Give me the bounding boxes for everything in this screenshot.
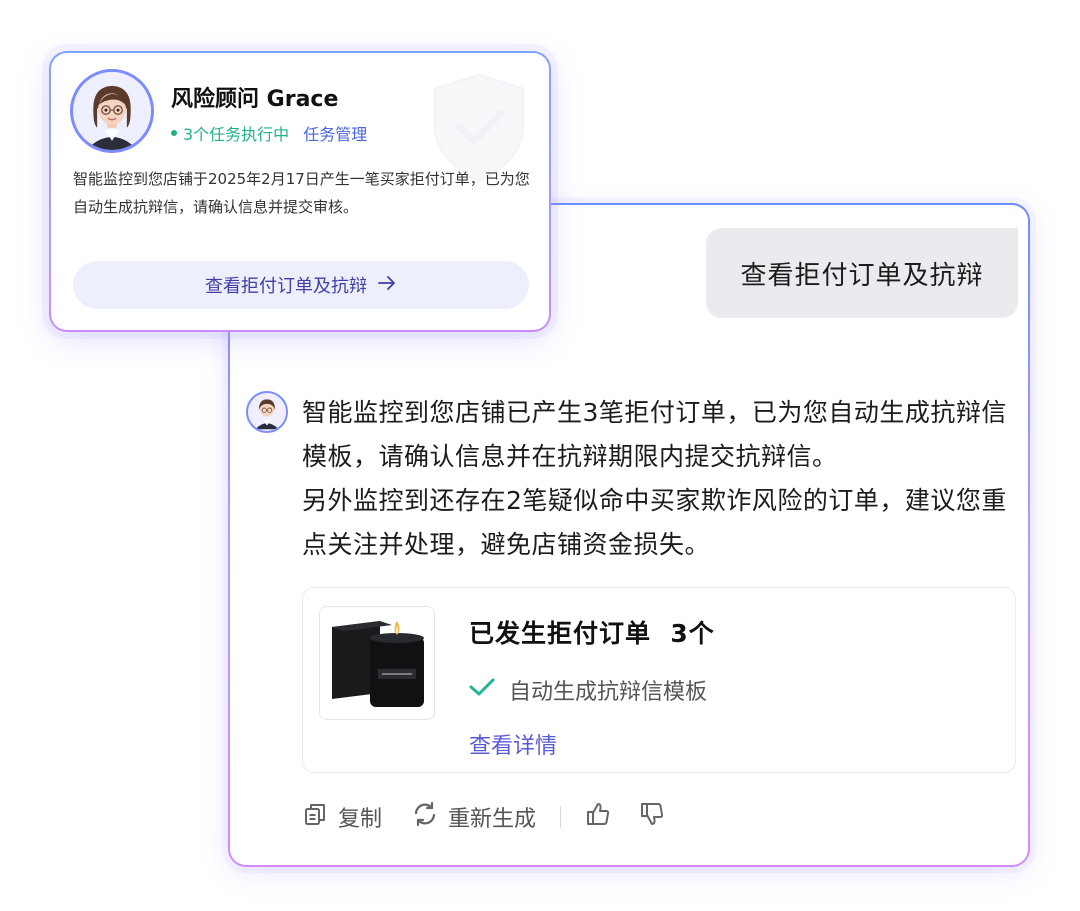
view-chargeback-button[interactable]: 查看拒付订单及抗辩 <box>73 261 529 309</box>
auto-template-status: 自动生成抗辩信模板 <box>469 674 707 706</box>
bot-message-paragraph-1: 智能监控到您店铺已产生3笔拒付订单，已为您自动生成抗辩信模板，请确认信息并在抗辩… <box>302 398 1007 471</box>
order-title: 已发生拒付订单 3个 <box>469 619 715 648</box>
status-dot-icon <box>171 130 177 136</box>
task-status: 3个任务执行中 任务管理 <box>171 121 367 145</box>
advisor-name: 风险顾问 Grace <box>171 87 339 112</box>
chargeback-order-card: 已发生拒付订单 3个 自动生成抗辩信模板 查看详情 <box>302 587 1016 773</box>
risk-advisor-notification: 风险顾问 Grace 3个任务执行中 任务管理 智能监控到您店铺于2025年2月… <box>49 51 551 332</box>
copy-label: 复制 <box>338 807 383 832</box>
view-details-link[interactable]: 查看详情 <box>469 728 557 760</box>
notification-message: 智能监控到您店铺于2025年2月17日产生一笔买家拒付订单，已为您自动生成抗辩信… <box>73 170 530 216</box>
auto-template-text: 自动生成抗辩信模板 <box>509 680 708 705</box>
bot-avatar <box>246 391 288 433</box>
copy-icon <box>302 801 328 833</box>
regenerate-button[interactable]: 重新生成 <box>412 801 536 833</box>
refresh-icon <box>412 801 438 833</box>
thumbs-down-button[interactable] <box>639 801 665 833</box>
message-action-bar: 复制 重新生成 <box>302 801 665 833</box>
divider <box>560 806 562 828</box>
task-management-link[interactable]: 任务管理 <box>303 121 367 145</box>
regenerate-label: 重新生成 <box>448 807 537 832</box>
user-message-text: 查看拒付订单及抗辩 <box>740 260 984 291</box>
thumbs-down-icon <box>639 801 665 833</box>
view-chargeback-label: 查看拒付订单及抗辩 <box>205 276 367 297</box>
status-text: 3个任务执行中 <box>183 125 290 144</box>
arrow-right-icon <box>377 275 397 296</box>
check-icon <box>469 677 495 703</box>
thumbs-up-button[interactable] <box>585 801 611 833</box>
bot-message: 智能监控到您店铺已产生3笔拒付订单，已为您自动生成抗辩信模板，请确认信息并在抗辩… <box>302 391 1014 567</box>
advisor-avatar <box>70 69 154 153</box>
bot-message-paragraph-2: 另外监控到还存在2笔疑似命中买家欺诈风险的订单，建议您重点关注并处理，避免店铺资… <box>302 486 1007 559</box>
user-message-bubble: 查看拒付订单及抗辩 <box>706 228 1018 318</box>
product-thumbnail <box>319 606 435 720</box>
copy-button[interactable]: 复制 <box>302 801 382 833</box>
thumbs-up-icon <box>585 801 611 833</box>
canvas: 查看拒付订单及抗辩 智能监控到您店铺已产生3笔拒付订单，已为您自动生成抗辩信模板… <box>0 0 1080 911</box>
